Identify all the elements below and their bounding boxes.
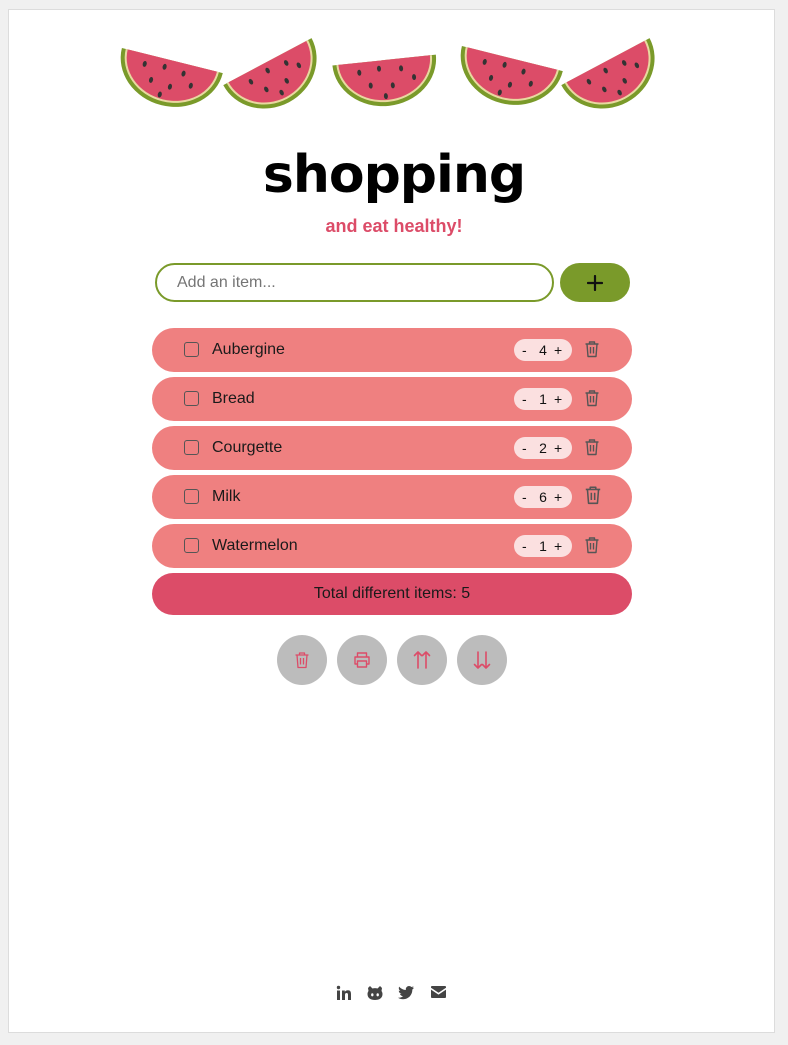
list-item: Milk 6 - + — [152, 475, 632, 519]
add-item-button[interactable] — [560, 263, 630, 302]
watermelon-slice-icon — [223, 38, 317, 109]
trash-icon[interactable] — [584, 485, 602, 505]
watermelon-slice-icon — [561, 38, 655, 109]
clear-all-button[interactable] — [277, 635, 327, 685]
trash-icon[interactable] — [584, 389, 600, 407]
item-checkbox[interactable] — [184, 440, 199, 455]
trash-icon[interactable] — [584, 536, 600, 554]
watermelon-slice-icon — [332, 54, 437, 107]
item-checkbox[interactable] — [184, 538, 199, 553]
trash-icon — [295, 652, 309, 669]
item-checkbox[interactable] — [184, 342, 199, 357]
page-title: shopping — [262, 145, 526, 205]
item-name: Bread — [212, 390, 255, 407]
footer-social-links — [0, 985, 788, 1005]
list-item: Courgette 2 - + — [152, 426, 632, 470]
increase-quantity-button[interactable]: + — [554, 391, 562, 407]
trash-icon[interactable] — [584, 340, 600, 358]
quantity-stepper: 1 - + — [514, 535, 572, 557]
decrease-quantity-button[interactable]: - — [522, 342, 527, 358]
quantity-stepper: 2 - + — [514, 437, 572, 459]
quantity-stepper: 4 - + — [514, 339, 572, 361]
page-subtitle: and eat healthy! — [325, 216, 463, 236]
print-button[interactable] — [337, 635, 387, 685]
item-name: Milk — [212, 488, 241, 505]
list-item: Bread 1 - + — [152, 377, 632, 421]
list-item: Aubergine 4 - + — [152, 328, 632, 372]
watermelon-slice-icon — [120, 47, 223, 107]
linkedin-icon[interactable] — [336, 985, 352, 1001]
increase-quantity-button[interactable]: + — [554, 538, 562, 554]
quantity-stepper: 1 - + — [514, 388, 572, 410]
item-checkbox[interactable] — [184, 489, 199, 504]
increase-quantity-button[interactable]: + — [554, 489, 562, 505]
printer-icon — [354, 652, 370, 668]
list-item: Watermelon 1 - + — [152, 524, 632, 568]
quantity-stepper: 6 - + — [514, 486, 572, 508]
trash-icon[interactable] — [584, 438, 600, 456]
item-name: Aubergine — [212, 341, 285, 358]
twitter-icon[interactable] — [397, 985, 415, 1001]
decrease-quantity-button[interactable]: - — [522, 489, 527, 505]
sort-down-icon — [473, 651, 491, 669]
sort-descending-button[interactable] — [457, 635, 507, 685]
plus-icon — [587, 274, 603, 291]
decrease-quantity-button[interactable]: - — [522, 391, 527, 407]
envelope-icon[interactable] — [430, 985, 447, 999]
add-item-input[interactable] — [155, 263, 554, 302]
decrease-quantity-button[interactable]: - — [522, 538, 527, 554]
item-checkbox[interactable] — [184, 391, 199, 406]
item-name: Watermelon — [212, 537, 298, 554]
decrease-quantity-button[interactable]: - — [522, 440, 527, 456]
sort-ascending-button[interactable] — [397, 635, 447, 685]
sort-up-icon — [413, 651, 431, 669]
total-items-summary: Total different items: 5 — [152, 573, 632, 615]
increase-quantity-button[interactable]: + — [554, 342, 562, 358]
increase-quantity-button[interactable]: + — [554, 440, 562, 456]
watermelon-banner — [0, 0, 788, 130]
watermelon-slice-icon — [460, 45, 563, 105]
github-icon[interactable] — [366, 985, 384, 1001]
item-name: Courgette — [212, 439, 283, 456]
shopping-list: Aubergine 4 - + Bread 1 - + Courgette 2 … — [152, 328, 632, 573]
list-actions — [277, 635, 517, 685]
